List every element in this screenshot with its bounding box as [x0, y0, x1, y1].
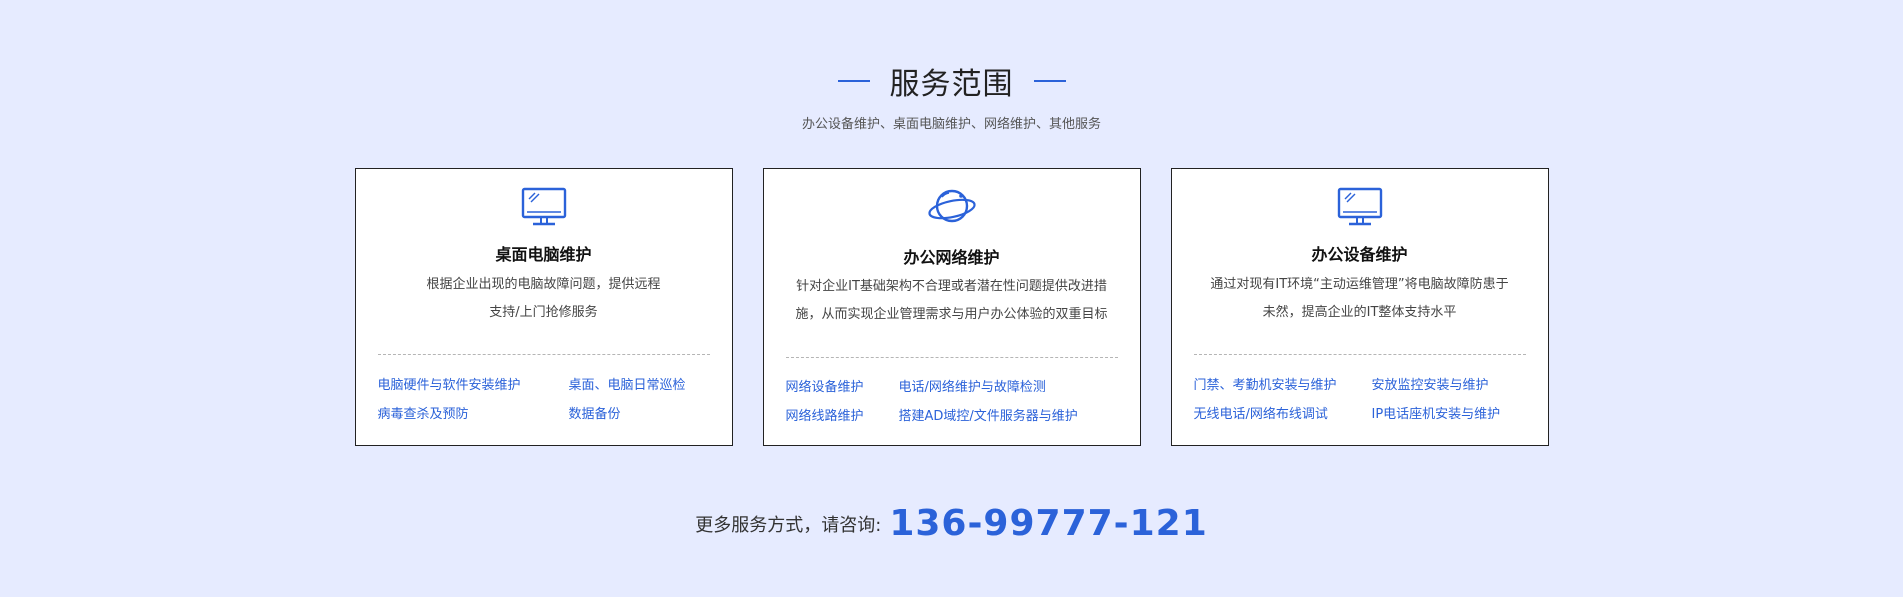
card-description-line: 支持/上门抢修服务 [489, 305, 598, 320]
service-link[interactable]: 电脑硬件与软件安装维护 [378, 374, 541, 393]
card-title: 办公设备维护 [1311, 245, 1408, 264]
planet-icon [927, 189, 976, 223]
monitor-icon [521, 187, 566, 226]
service-link[interactable]: IP电话座机安装与维护 [1372, 403, 1538, 422]
card-description-line: 根据企业出现的电脑故障问题，提供远程 [426, 277, 661, 292]
card-link-list: 门禁、考勤机安装与维护 安放监控安装与维护 无线电话/网络布线调试 IP电话座机… [1194, 374, 1538, 422]
title-dash-right [1033, 80, 1066, 82]
card-desktop-maintenance[interactable]: 桌面电脑维护 根据企业出现的电脑故障问题，提供远程 支持/上门抢修服务 电脑硬件… [354, 168, 733, 446]
service-link[interactable]: 安放监控安装与维护 [1372, 374, 1538, 393]
service-link[interactable]: 搭建AD域控/文件服务器与维护 [899, 405, 1130, 424]
card-description: 针对企业IT基础架构不合理或者潜在性问题提供改进措 施，从而实现企业管理需求与用… [786, 273, 1118, 329]
contact-row: 更多服务方式，请咨询: 136-99777-121 [0, 503, 1903, 544]
title-row: 服务范围 [0, 58, 1903, 104]
monitor-icon [1337, 187, 1382, 226]
contact-label: 更多服务方式，请咨询: [695, 514, 882, 536]
card-description-line: 针对企业IT基础架构不合理或者潜在性问题提供改进措 [796, 279, 1107, 294]
card-office-equipment-maintenance[interactable]: 办公设备维护 通过对现有IT环境“主动运维管理”将电脑故障防患于 未然，提高企业… [1170, 168, 1549, 446]
card-link-list: 电脑硬件与软件安装维护 桌面、电脑日常巡检 病毒查杀及预防 数据备份 [378, 374, 722, 422]
service-link[interactable]: 网络设备维护 [786, 376, 871, 395]
service-link[interactable]: 无线电话/网络布线调试 [1194, 403, 1344, 422]
card-divider [377, 354, 710, 355]
section-title: 服务范围 [889, 67, 1014, 102]
card-title: 桌面电脑维护 [495, 245, 592, 264]
section-header: 服务范围 办公设备维护、桌面电脑维护、网络维护、其他服务 [0, 58, 1903, 132]
section-subtitle: 办公设备维护、桌面电脑维护、网络维护、其他服务 [801, 117, 1101, 132]
service-cards: 桌面电脑维护 根据企业出现的电脑故障问题，提供远程 支持/上门抢修服务 电脑硬件… [0, 168, 1903, 446]
service-link[interactable]: 病毒查杀及预防 [378, 403, 541, 422]
card-description-line: 通过对现有IT环境“主动运维管理”将电脑故障防患于 [1210, 277, 1509, 292]
card-divider [785, 357, 1118, 358]
title-dash-left [837, 80, 870, 82]
card-description: 通过对现有IT环境“主动运维管理”将电脑故障防患于 未然，提高企业的IT整体支持… [1194, 271, 1526, 327]
service-link[interactable]: 网络线路维护 [786, 405, 871, 424]
service-link[interactable]: 数据备份 [569, 403, 722, 422]
card-link-list: 网络设备维护 电话/网络维护与故障检测 网络线路维护 搭建AD域控/文件服务器与… [786, 376, 1130, 424]
card-description: 根据企业出现的电脑故障问题，提供远程 支持/上门抢修服务 [378, 271, 710, 327]
service-link[interactable]: 电话/网络维护与故障检测 [899, 376, 1130, 395]
card-description-line: 未然，提高企业的IT整体支持水平 [1262, 305, 1457, 320]
contact-phone[interactable]: 136-99777-121 [889, 503, 1207, 544]
card-divider [1193, 354, 1526, 355]
card-description-line: 施，从而实现企业管理需求与用户办公体验的双重目标 [795, 307, 1108, 322]
card-network-maintenance[interactable]: 办公网络维护 针对企业IT基础架构不合理或者潜在性问题提供改进措 施，从而实现企… [762, 168, 1141, 446]
card-title: 办公网络维护 [903, 248, 1000, 267]
service-link[interactable]: 桌面、电脑日常巡检 [569, 374, 722, 393]
service-link[interactable]: 门禁、考勤机安装与维护 [1194, 374, 1344, 393]
